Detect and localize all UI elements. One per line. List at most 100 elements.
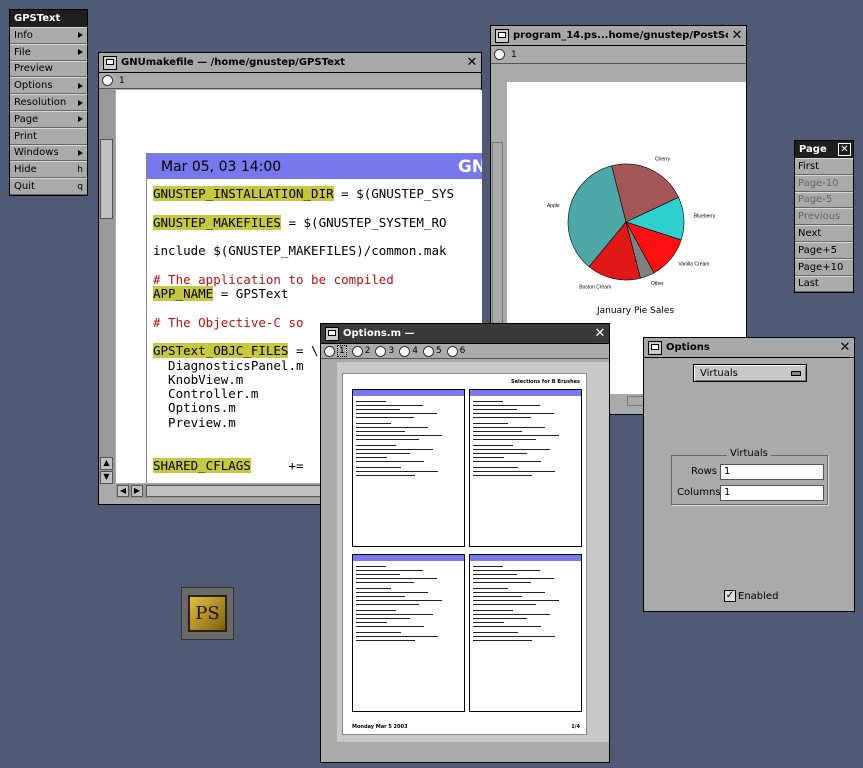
options-m-title: Options.m — — [343, 328, 415, 339]
code-text: = \ — [288, 343, 319, 359]
sheet-view[interactable]: Selections for B Brushes Monday Mar 5 20… — [337, 362, 609, 742]
page-menu-item-page-10[interactable]: Page+10 — [795, 258, 853, 276]
code-variable: GPSText_OBJC_FILES — [153, 343, 289, 359]
vertical-scrollbar[interactable]: ▲ ▼ — [99, 89, 115, 484]
options-panel: Options ✕ Virtuals Virtuals Rows 1 Colum… — [643, 337, 855, 612]
code-line: # The application to be compiled — [153, 271, 482, 287]
page-menu-item-first[interactable]: First — [795, 158, 853, 175]
submenu-arrow-icon — [78, 32, 83, 39]
submenu-arrow-icon — [78, 82, 83, 89]
menu-item-page[interactable]: Page — [10, 110, 87, 128]
code-line: APP_NAME = GPSText — [153, 286, 482, 302]
pie-label: Apple — [547, 203, 560, 209]
chart-title: January Pie Sales — [597, 306, 675, 316]
close-button[interactable]: ✕ — [728, 27, 746, 45]
pie-chart: Cherry Blueberry Vanilla Cream Other Boston … — [547, 156, 716, 290]
code-text: Controller.m — [153, 386, 259, 402]
menu-item-label: Hide — [14, 164, 37, 176]
submenu-arrow-icon — [78, 116, 83, 123]
code-variable: GNUSTEP_INSTALLATION_DIR — [153, 186, 334, 201]
page-menu-item-next[interactable]: Next — [795, 225, 853, 242]
scroll-right-arrow[interactable]: ▶ — [131, 485, 143, 497]
code-comment: # The application to be compiled — [153, 271, 394, 287]
page-menu-item-page-10[interactable]: Page-10 — [795, 174, 853, 192]
page-menu-item-page-5[interactable]: Page+5 — [795, 241, 853, 259]
close-button[interactable]: ✕ — [463, 54, 481, 72]
menu-item-label: Print — [14, 130, 38, 142]
menu-item-windows[interactable]: Windows — [10, 144, 87, 162]
makefile-titlebar[interactable]: GNUmakefile — /home/gnustep/GPSText ✕ — [99, 53, 481, 73]
page-header: Mar 05, 03 14:00 GN — [147, 154, 482, 179]
code-text: = $(GNUSTEP_SYSTEM_RO — [280, 214, 447, 230]
pie-label: Blueberry — [694, 214, 716, 220]
page-menu-item-previous[interactable]: Previous — [795, 208, 853, 226]
app-icon[interactable]: PS — [181, 587, 234, 640]
vertical-scrollbar[interactable] — [321, 360, 335, 760]
scroll-left-arrow[interactable]: ◀ — [117, 485, 129, 497]
close-button[interactable]: ✕ — [838, 143, 851, 156]
menu-item-print[interactable]: Print — [10, 127, 87, 145]
menu-item-info[interactable]: Info — [10, 27, 87, 44]
menu-item-options[interactable]: Options — [10, 77, 87, 95]
sheet-header: Selections for B Brushes — [511, 379, 580, 385]
options-m-titlebar[interactable]: Options.m — ✕ — [321, 324, 609, 344]
options-panel-title: Options — [666, 342, 710, 353]
code-comment: # The Objective-C so — [153, 314, 304, 330]
ps-titlebar[interactable]: program_14.ps...home/gnustep/PostScript … — [491, 26, 746, 46]
tab-label-4: 4 — [412, 346, 418, 356]
page-radio[interactable] — [494, 49, 505, 60]
pie-label: Cherry — [655, 156, 671, 162]
scroll-down-arrow[interactable]: ▼ — [100, 471, 113, 484]
code-line: GNUSTEP_INSTALLATION_DIR = $(GNUSTEP_SYS — [153, 186, 482, 201]
menu-shortcut: h — [77, 164, 83, 175]
tab-radio-5[interactable] — [422, 345, 434, 357]
code-text: include $(GNUSTEP_MAKEFILES)/common.mak — [153, 243, 447, 259]
menu-item-hide[interactable]: Hide h — [10, 161, 87, 179]
page-bar: 1 — [491, 46, 746, 64]
code-text: Options.m — [153, 400, 236, 416]
menu-item-file[interactable]: File — [10, 43, 87, 61]
page-number: 1 — [119, 75, 125, 86]
ps-icon: PS — [188, 595, 227, 632]
menu-item-preview[interactable]: Preview — [10, 60, 87, 78]
options-panel-titlebar[interactable]: Options ✕ — [644, 338, 854, 358]
enabled-checkbox[interactable]: ✓ Enabled — [724, 590, 778, 602]
code-text: Preview.m — [153, 414, 236, 430]
menu-item-resolution[interactable]: Resolution — [10, 94, 87, 111]
miniaturize-button[interactable] — [325, 326, 339, 341]
code-text: += — [250, 457, 304, 473]
submenu-arrow-icon — [78, 49, 83, 56]
miniaturize-button[interactable] — [495, 28, 509, 43]
tab-radio-6[interactable] — [446, 345, 458, 357]
menu-item-label: Options — [14, 80, 53, 92]
app-menu-title: GPSText — [10, 10, 87, 27]
columns-field[interactable]: 1 — [720, 485, 824, 501]
rows-field[interactable]: 1 — [720, 464, 824, 480]
close-button[interactable]: ✕ — [591, 325, 609, 343]
tab-label-3: 3 — [388, 346, 395, 356]
close-button[interactable]: ✕ — [836, 339, 854, 357]
popup-value: Virtuals — [700, 367, 738, 379]
app-menu: GPSText Info File Preview Options Resolution… — [9, 9, 88, 196]
scroll-up-arrow[interactable]: ▲ — [100, 457, 113, 470]
page-radio[interactable] — [102, 75, 113, 86]
virtuals-popup[interactable]: Virtuals — [693, 364, 807, 382]
tab-radio-1[interactable] — [324, 345, 335, 357]
miniaturize-button[interactable] — [103, 55, 117, 70]
menu-item-quit[interactable]: Quit q — [10, 178, 87, 195]
columns-label: Columns — [677, 487, 721, 498]
tab-label-2: 2 — [364, 346, 371, 356]
page-menu: Page ✕ First Page-10 Page-5 Previous Next Page… — [794, 140, 854, 294]
tab-radio-3[interactable] — [375, 345, 387, 357]
page-menu-item-page-5[interactable]: Page-5 — [795, 191, 853, 209]
tab-label-6: 6 — [459, 346, 466, 356]
submenu-arrow-icon — [78, 99, 83, 106]
tab-radio-4[interactable] — [399, 345, 411, 357]
page-menu-item-last[interactable]: Last — [795, 275, 853, 293]
code-text: = GPSText — [213, 286, 289, 302]
menu-item-label: File — [14, 46, 31, 58]
miniaturize-button[interactable] — [648, 340, 662, 355]
code-text: KnobView.m — [153, 371, 244, 387]
tab-radio-2[interactable] — [351, 345, 363, 357]
